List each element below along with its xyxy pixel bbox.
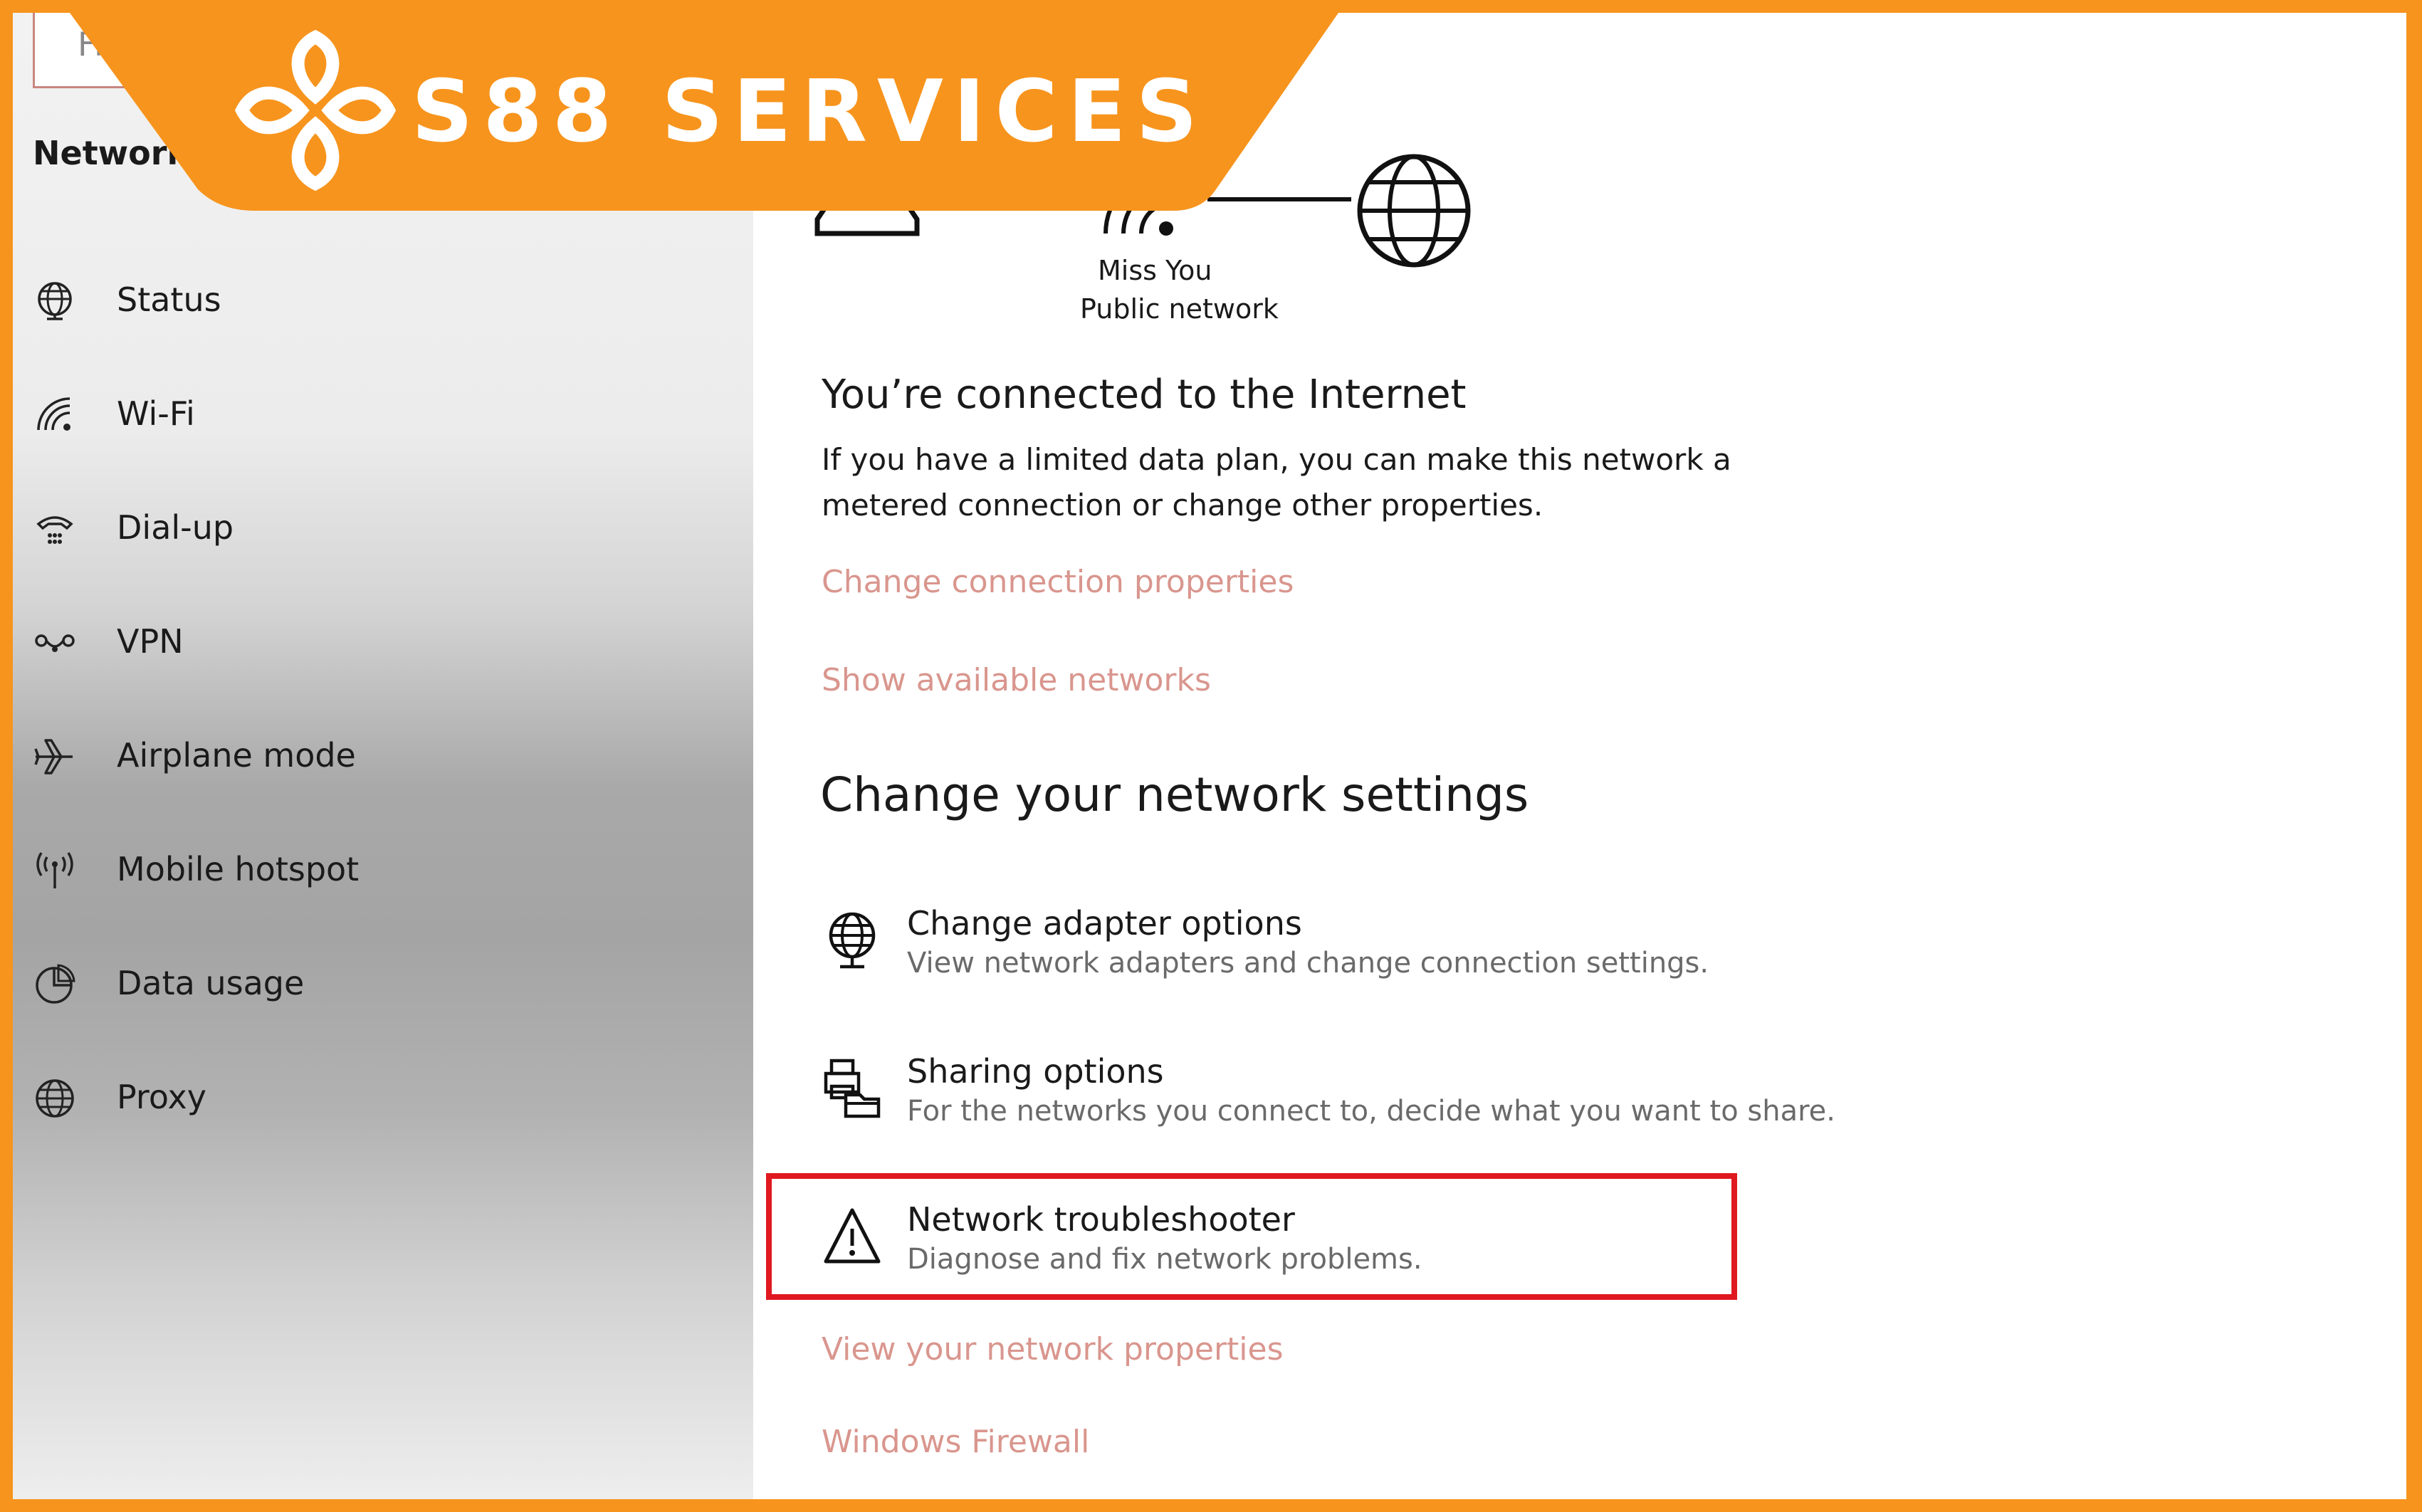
sidebar-item-proxy[interactable]: Proxy [33,1066,673,1130]
setting-title: Sharing options [907,1052,1164,1091]
windows-firewall-link[interactable]: Windows Firewall [822,1424,1089,1460]
network-settings-heading: Change your network settings [820,767,1529,822]
connection-status-heading: You’re connected to the Internet [822,372,1467,418]
sidebar-item-label: Status [117,280,221,319]
globe-icon [1357,154,1471,268]
globe-icon [38,282,72,320]
sharing-icon [824,1059,881,1118]
network-type: Public network [1080,293,1279,325]
sidebar-item-label: Data usage [117,964,305,1002]
orange-frame: Fi Network & Status Wi-Fi Dial-up VPN Ai… [0,0,2422,1512]
sidebar-item-status[interactable]: Status [33,269,673,333]
change-adapter-options[interactable]: Change adapter options View network adap… [822,903,1804,1024]
setting-title: Change adapter options [907,904,1302,943]
setting-description: For the networks you connect to, decide … [907,1095,1835,1128]
sidebar: Fi Network & Status Wi-Fi Dial-up VPN Ai… [13,13,753,1499]
vpn-icon [35,634,75,652]
dialup-icon [36,516,73,544]
connection-status-description: If you have a limited data plan, you can… [822,437,1818,528]
settings-window: Fi Network & Status Wi-Fi Dial-up VPN Ai… [13,13,2406,1499]
highlight-box [766,1173,1737,1300]
hotspot-icon [36,852,73,888]
sidebar-item-airplane-mode[interactable]: Airplane mode [33,725,673,789]
setting-description: View network adapters and change connect… [907,947,1709,980]
pie-chart-icon [36,964,75,1004]
sidebar-item-vpn[interactable]: VPN [33,611,673,675]
main-content: Miss You Public network You’re connected… [753,13,2406,1499]
brand-logo-icon [234,29,397,191]
sidebar-item-label: Wi-Fi [117,394,195,433]
airplane-icon [34,739,73,775]
description-line: If you have a limited data plan, you can… [822,442,1731,477]
wifi-icon [37,397,70,431]
sidebar-item-data-usage[interactable]: Data usage [33,952,673,1017]
view-network-properties-link[interactable]: View your network properties [822,1331,1284,1367]
sidebar-item-label: VPN [117,622,184,661]
adapter-icon [829,912,876,969]
sidebar-item-label: Mobile hotspot [117,850,360,888]
show-available-networks-link[interactable]: Show available networks [822,662,1211,698]
sidebar-item-mobile-hotspot[interactable]: Mobile hotspot [33,839,673,903]
brand-name: S88 SERVICES [411,63,1207,162]
change-connection-properties-link[interactable]: Change connection properties [822,564,1294,600]
sidebar-item-wifi[interactable]: Wi-Fi [33,383,673,447]
sidebar-item-label: Airplane mode [117,736,356,775]
sidebar-item-dialup[interactable]: Dial-up [33,497,673,561]
sidebar-item-label: Proxy [117,1078,207,1116]
sharing-options[interactable]: Sharing options For the networks you con… [822,1051,1835,1172]
sidebar-item-label: Dial-up [117,508,234,547]
network-name: Miss You [1098,255,1212,286]
description-line: metered connection or change other prope… [822,488,1543,523]
globe-icon [36,1079,74,1118]
brand-banner: S88 SERVICES [13,13,1351,214]
